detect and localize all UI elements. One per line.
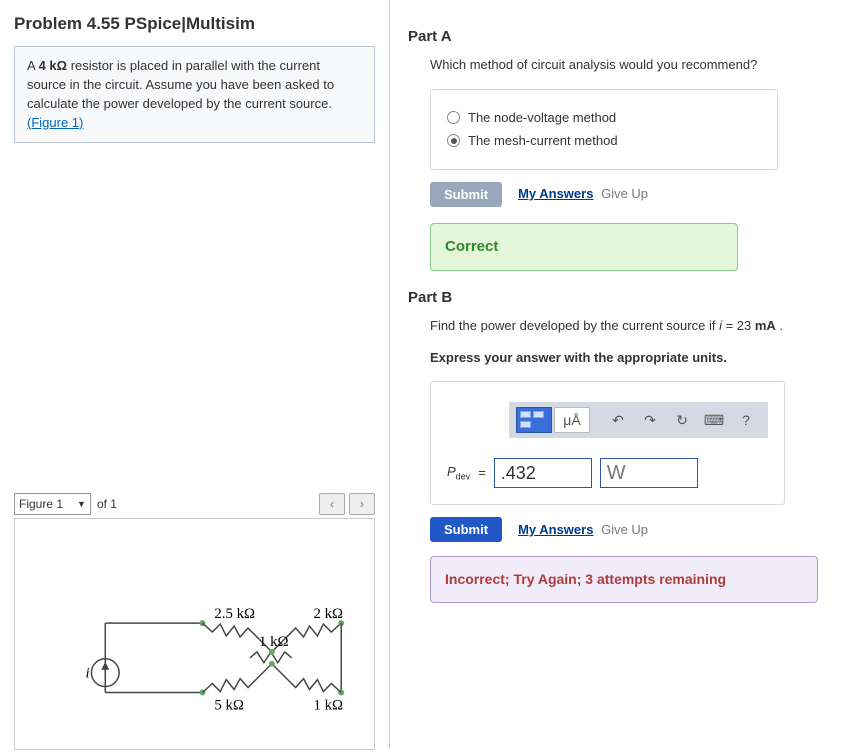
current-label: i xyxy=(85,666,89,682)
radio-icon[interactable] xyxy=(447,111,460,124)
template-button[interactable] xyxy=(515,405,553,435)
option-label: The mesh-current method xyxy=(468,131,618,151)
part-a-options: The node-voltage method The mesh-current… xyxy=(430,89,778,170)
part-b-hint: Express your answer with the appropriate… xyxy=(430,348,829,368)
chevron-down-icon: ▼ xyxy=(77,499,86,509)
figure-of-text: of 1 xyxy=(97,497,117,511)
part-a-question: Which method of circuit analysis would y… xyxy=(430,55,829,75)
intro-pre: A xyxy=(27,58,39,73)
part-a-result: Correct xyxy=(430,223,738,272)
option-mesh-current[interactable]: The mesh-current method xyxy=(447,131,761,151)
problem-title: Problem 4.55 PSpice|Multisim xyxy=(14,14,375,34)
figure-prev-button[interactable]: ‹ xyxy=(319,493,345,515)
option-node-voltage[interactable]: The node-voltage method xyxy=(447,108,761,128)
part-a-give-up-link[interactable]: Give Up xyxy=(601,186,648,201)
intro-post: resistor is placed in parallel with the … xyxy=(27,58,334,111)
part-b-submit-button[interactable]: Submit xyxy=(430,517,502,542)
mu-a-icon: μÅ xyxy=(554,407,590,433)
figure-canvas: i 2.5 kΩ 2 kΩ 5 kΩ 1 kΩ xyxy=(14,518,375,750)
q-pre: Find the power developed by the current … xyxy=(430,318,719,333)
r-1k-top-label: 1 kΩ xyxy=(259,634,289,650)
radio-icon[interactable] xyxy=(447,134,460,147)
q-unit: mA xyxy=(755,318,776,333)
units-button[interactable]: μÅ xyxy=(553,405,591,435)
q-eq: = 23 xyxy=(722,318,755,333)
answer-unit-input[interactable] xyxy=(600,458,698,488)
r-1k-bottom-label: 1 kΩ xyxy=(313,698,343,714)
part-b-title: Part B xyxy=(408,289,829,306)
keyboard-button[interactable]: ⌨ xyxy=(698,405,730,435)
r-2k-label: 2 kΩ xyxy=(313,607,343,623)
part-b-result: Incorrect; Try Again; 3 attempts remaini… xyxy=(430,556,818,603)
equals-sign: = xyxy=(478,463,486,483)
intro-value: 4 kΩ xyxy=(39,58,68,73)
redo-button[interactable]: ↷ xyxy=(634,405,666,435)
part-a-title: Part A xyxy=(408,28,829,45)
answer-toolbar: μÅ ↶ ↷ ↻ ⌨ ? xyxy=(509,402,768,438)
figure-link[interactable]: (Figure 1) xyxy=(27,115,83,130)
part-a-submit-button[interactable]: Submit xyxy=(430,182,502,207)
part-b-question: Find the power developed by the current … xyxy=(430,316,829,336)
pdev-label: Pdev xyxy=(447,462,470,484)
figure-next-button[interactable]: › xyxy=(349,493,375,515)
problem-intro: A 4 kΩ resistor is placed in parallel wi… xyxy=(14,46,375,143)
r-2_5k-label: 2.5 kΩ xyxy=(214,607,255,623)
part-a-my-answers-link[interactable]: My Answers xyxy=(518,186,593,201)
reset-button[interactable]: ↻ xyxy=(666,405,698,435)
part-b-give-up-link[interactable]: Give Up xyxy=(601,522,648,537)
figure-bar: Figure 1 ▼ of 1 ‹ › xyxy=(14,493,375,515)
figure-dropdown[interactable]: Figure 1 ▼ xyxy=(14,493,91,515)
part-b-answer-box: μÅ ↶ ↷ ↻ ⌨ ? Pdev = xyxy=(430,381,785,505)
part-b-my-answers-link[interactable]: My Answers xyxy=(518,522,593,537)
help-button[interactable]: ? xyxy=(730,405,762,435)
r-5k-label: 5 kΩ xyxy=(214,698,244,714)
undo-button[interactable]: ↶ xyxy=(602,405,634,435)
option-label: The node-voltage method xyxy=(468,108,616,128)
figure-selected-label: Figure 1 xyxy=(19,497,63,511)
answer-value-input[interactable] xyxy=(494,458,592,488)
